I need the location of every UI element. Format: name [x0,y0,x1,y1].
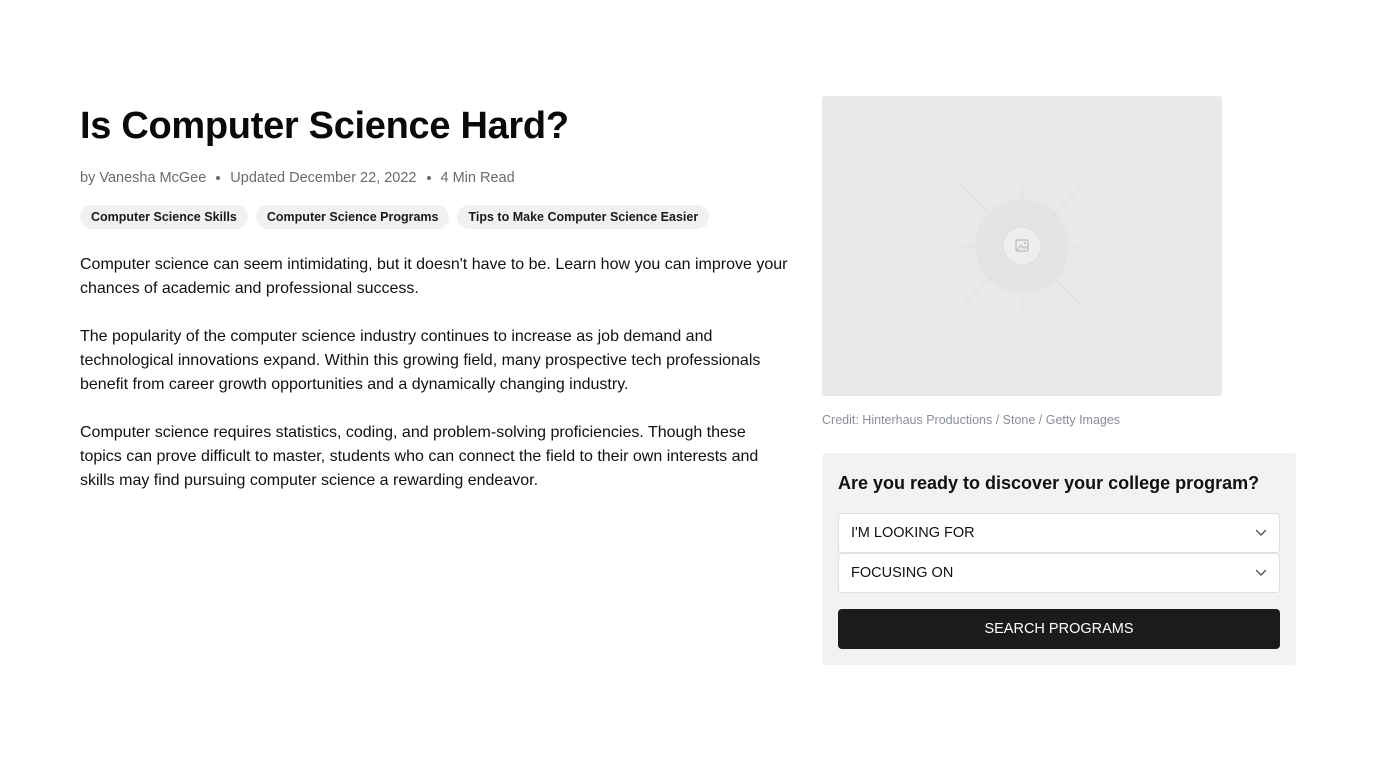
body-paragraph: The popularity of the computer science i… [80,328,761,393]
article-body: Computer science can seem intimidating, … [80,253,790,493]
article-meta: by Vanesha McGee Updated December 22, 20… [80,168,790,188]
chevron-down-icon [1255,569,1267,576]
separator-dot [216,176,221,180]
tag-tips-easier[interactable]: Tips to Make Computer Science Easier [457,205,710,229]
read-time: 4 Min Read [440,170,515,186]
hero-image [822,96,1222,396]
image-credit: Credit: Hinterhaus Productions / Stone /… [822,413,1121,427]
finder-title: Are you ready to discover your college p… [838,473,1260,493]
looking-for-label: I'M LOOKING FOR [851,525,975,541]
author[interactable]: by Vanesha McGee [80,170,206,186]
article: Is Computer Science Hard? by Vanesha McG… [80,100,790,517]
updated-date: Updated December 22, 2022 [230,170,417,186]
page: Is Computer Science Hard? by Vanesha McG… [0,0,1376,768]
separator-dot [426,176,431,180]
search-programs-button[interactable]: SEARCH PROGRAMS [838,609,1280,649]
tag-computer-science-programs[interactable]: Computer Science Programs [255,205,450,229]
focusing-on-label: FOCUSING ON [851,565,954,581]
tag-computer-science-skills[interactable]: Computer Science Skills [80,205,248,229]
tag-list: Computer Science Skills Computer Science… [80,205,790,229]
image-placeholder-icon [958,182,1086,310]
page-title: Is Computer Science Hard? [80,105,569,147]
intro-paragraph: Computer science can seem intimidating, … [80,256,788,297]
focusing-on-select[interactable]: FOCUSING ON [838,553,1280,593]
looking-for-select[interactable]: I'M LOOKING FOR [838,513,1280,553]
chevron-down-icon [1255,529,1267,536]
body-paragraph: Computer science requires statistics, co… [80,424,759,489]
sidebar: Credit: Hinterhaus Productions / Stone /… [822,96,1296,665]
program-finder: Are you ready to discover your college p… [822,453,1296,665]
